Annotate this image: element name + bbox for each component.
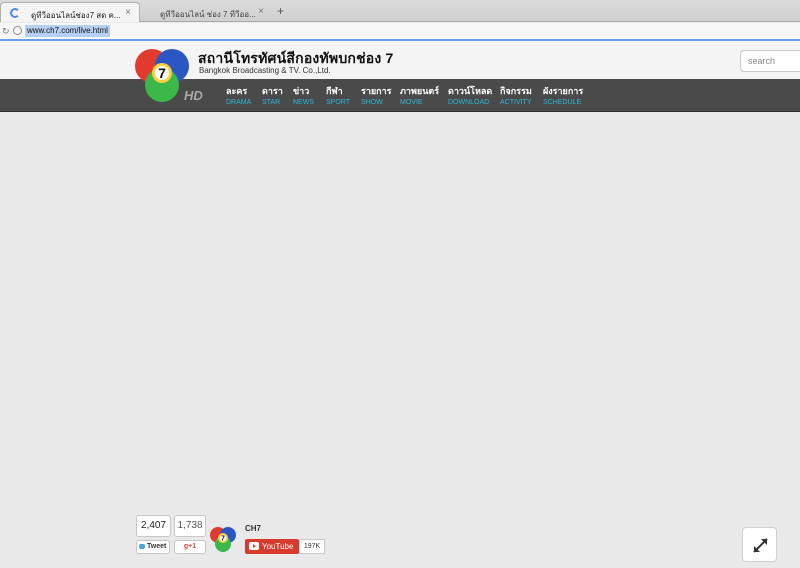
nav-item-show[interactable]: รายการ SHOW [361, 84, 392, 106]
nav-item-news[interactable]: ข่าว NEWS [293, 84, 314, 106]
tab-title: ดูทีวีออนไลน์ ช่อง 7 ทีวีออ... [160, 10, 256, 19]
nav-item-schedule[interactable]: ผังรายการ SCHEDULE [543, 84, 583, 106]
nav-item-star[interactable]: ดารา STAR [262, 84, 283, 106]
hd-badge: HD [184, 88, 203, 103]
reload-icon[interactable]: ↻ [2, 26, 10, 37]
tweet-button[interactable]: Tweet [136, 540, 170, 554]
expand-arrows-icon [753, 538, 768, 553]
main-nav: ละคร DRAMA ดารา STAR ข่าว NEWS กีฬา SPORT รา… [0, 79, 800, 112]
gplus-count: 1,738 [174, 515, 206, 537]
gplus-button[interactable]: g+1 [174, 540, 206, 554]
address-bar[interactable]: ↻ www.ch7.com/live.html [0, 23, 800, 40]
ch7-channel-icon[interactable]: 7 [208, 525, 238, 553]
tab-close-icon[interactable]: × [125, 7, 131, 18]
new-tab-button[interactable]: + [277, 4, 284, 18]
nav-item-sport[interactable]: กีฬา SPORT [326, 84, 350, 106]
tweet-count: 2,407 [136, 515, 171, 537]
tab-inactive[interactable]: ดูทีวีออนไลน์ ช่อง 7 ทีวีออ... × [142, 2, 272, 22]
twitter-bird-icon [139, 543, 145, 549]
search-input[interactable]: search [740, 50, 800, 72]
tab-active[interactable]: ดูทีวีออนไลน์ช่อง7 สด ค... × [0, 2, 140, 22]
youtube-subscriber-count: 197K [299, 539, 325, 554]
nav-item-download[interactable]: ดาวน์โหลด DOWNLOAD [448, 84, 492, 106]
loading-spinner-icon [10, 8, 20, 18]
site-info-icon[interactable] [13, 26, 22, 35]
nav-item-drama[interactable]: ละคร DRAMA [226, 84, 251, 106]
site-header: สถานีโทรทัศน์สีกองทัพบกช่อง 7 Bangkok Br… [0, 41, 800, 79]
nav-item-movie[interactable]: ภาพยนตร์ MOVIE [400, 84, 439, 106]
tab-close-icon[interactable]: × [258, 6, 264, 17]
youtube-play-icon [249, 542, 259, 550]
channel-logo-number: 7 [221, 536, 225, 543]
logo-number: 7 [158, 65, 166, 81]
url-text[interactable]: www.ch7.com/live.html [25, 25, 110, 37]
site-subtitle: Bangkok Broadcasting & TV. Co.,Ltd. [199, 66, 331, 75]
youtube-subscribe-button[interactable]: YouTube [245, 539, 299, 554]
tab-title: ดูทีวีออนไลน์ช่อง7 สด ค... [31, 11, 121, 20]
browser-tab-bar: ดูทีวีออนไลน์ช่อง7 สด ค... × ดูทีวีออนไล… [0, 0, 800, 22]
nav-item-activity[interactable]: กิจกรรม ACTIVITY [500, 84, 532, 106]
youtube-channel-name[interactable]: CH7 [245, 524, 261, 533]
fullscreen-button[interactable] [742, 527, 777, 562]
